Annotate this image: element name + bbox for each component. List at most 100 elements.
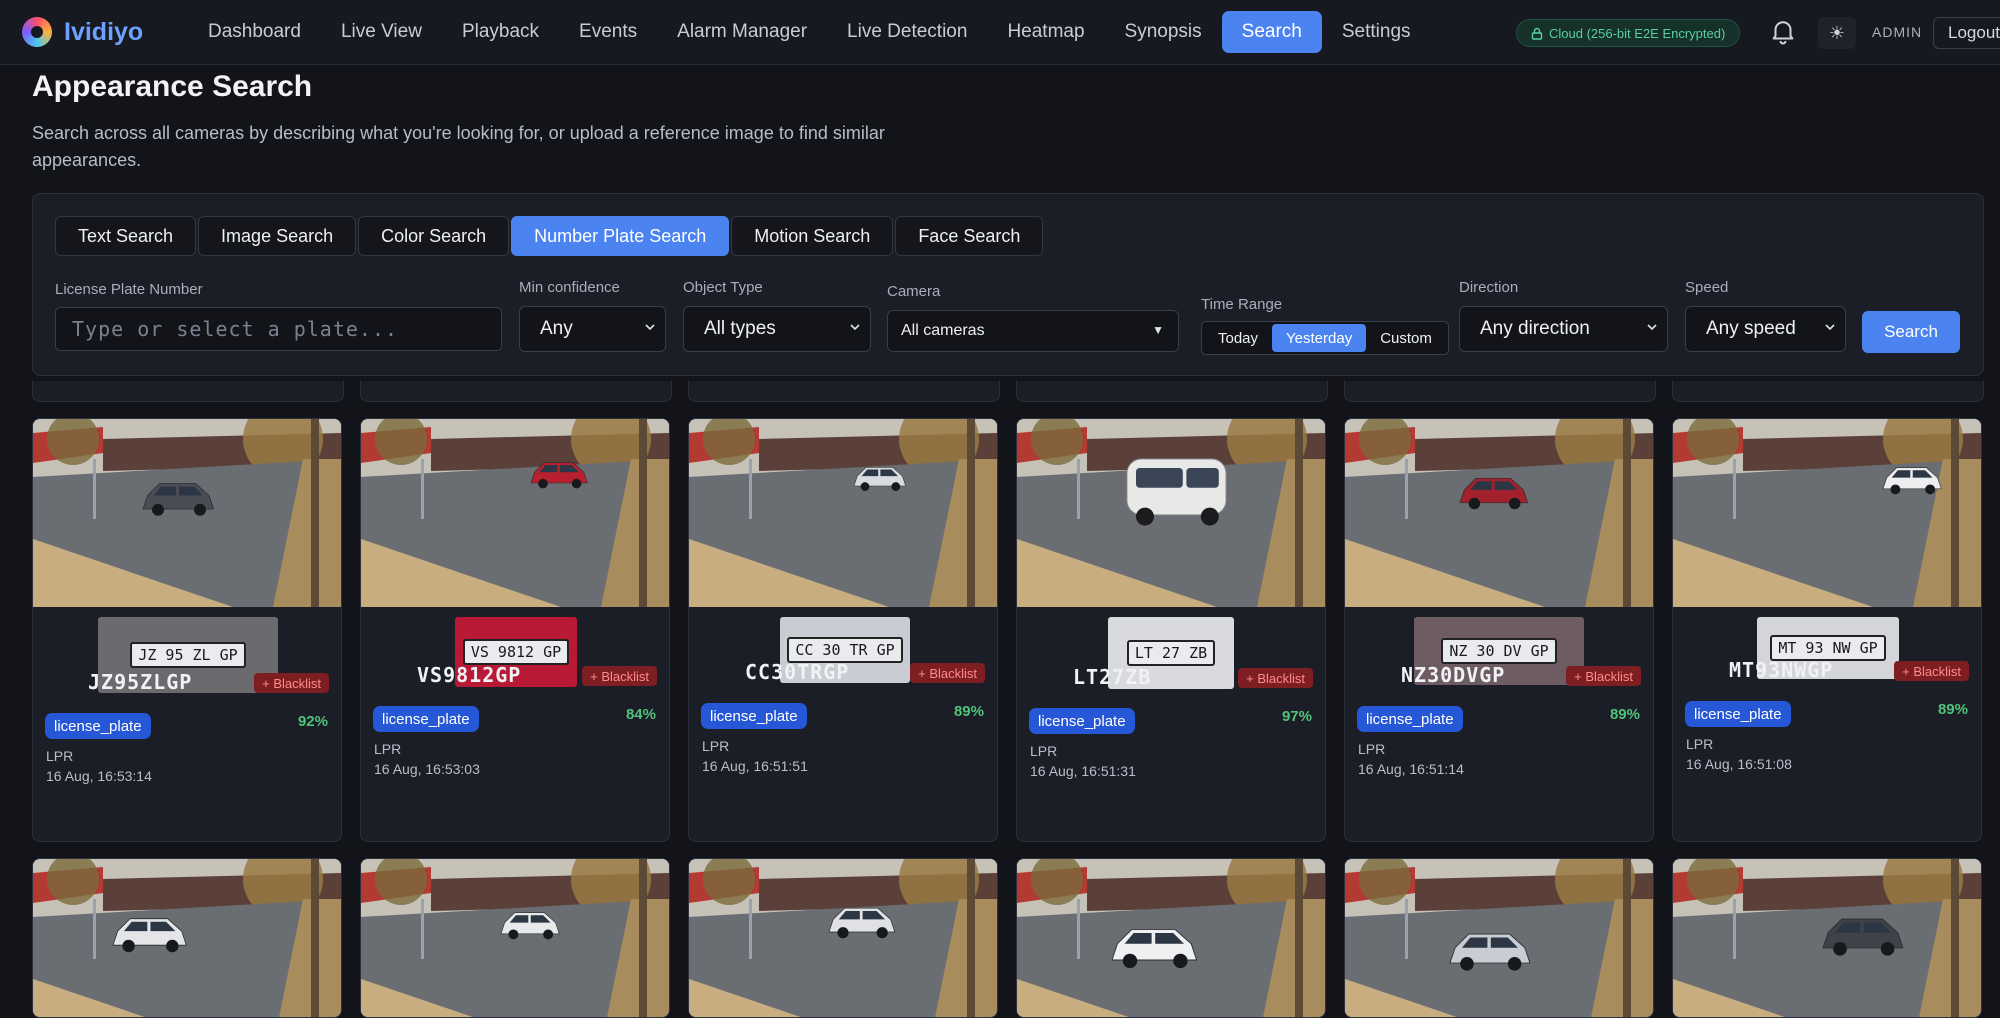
object-tag: license_plate xyxy=(373,706,479,732)
result-card-edge xyxy=(1016,381,1328,402)
cloud-badge-label: Cloud (256-bit E2E Encrypted) xyxy=(1549,25,1726,41)
nav-item-synopsis[interactable]: Synopsis xyxy=(1105,11,1222,53)
nav-item-live-detection[interactable]: Live Detection xyxy=(827,11,987,53)
camera-select[interactable]: All cameras ▼ xyxy=(887,310,1179,352)
detection-thumbnail[interactable] xyxy=(1345,859,1653,1017)
result-card[interactable]: VS 9812 GP VS9812GP + Blacklist license_… xyxy=(360,418,670,842)
object-tag: license_plate xyxy=(701,703,807,729)
tab-number-plate-search[interactable]: Number Plate Search xyxy=(511,216,730,256)
detection-source: LPR xyxy=(1030,743,1058,759)
result-card[interactable]: NZ 30 DV GP NZ30DVGP + Blacklist license… xyxy=(1344,418,1654,842)
detection-thumbnail[interactable] xyxy=(33,419,341,607)
logo-icon xyxy=(22,17,52,47)
detection-thumbnail[interactable] xyxy=(1673,859,1981,1017)
nav-item-live-view[interactable]: Live View xyxy=(321,11,442,53)
nav-item-events[interactable]: Events xyxy=(559,11,657,53)
result-card[interactable] xyxy=(688,858,998,1018)
tab-motion-search[interactable]: Motion Search xyxy=(731,216,894,256)
camera-label: Camera xyxy=(887,283,941,300)
plate-crop-text: JZ 95 ZL GP xyxy=(130,642,246,668)
time-range-label: Time Range xyxy=(1201,296,1283,313)
object-tag: license_plate xyxy=(45,713,151,739)
result-card-edge xyxy=(688,381,1000,402)
result-card[interactable]: LT 27 ZB LT27ZB + Blacklist license_plat… xyxy=(1016,418,1326,842)
detection-time: 16 Aug, 16:51:14 xyxy=(1358,761,1464,777)
page-description: Search across all cameras by describing … xyxy=(32,123,885,170)
nav-item-alarm-manager[interactable]: Alarm Manager xyxy=(657,11,827,53)
time-option-yesterday[interactable]: Yesterday xyxy=(1272,324,1367,352)
plate-number-input[interactable] xyxy=(56,308,501,350)
nav-item-heatmap[interactable]: Heatmap xyxy=(987,11,1104,53)
detection-time: 16 Aug, 16:51:31 xyxy=(1030,763,1136,779)
min-confidence-value: Any xyxy=(540,318,573,339)
chevron-down-icon xyxy=(850,324,860,331)
detection-thumbnail[interactable] xyxy=(33,859,341,1017)
min-confidence-select[interactable]: Any xyxy=(519,306,666,352)
plate-number: CC30TRGP xyxy=(745,660,850,684)
result-card[interactable] xyxy=(1344,858,1654,1018)
detection-source: LPR xyxy=(46,748,74,764)
add-blacklist-button[interactable]: + Blacklist xyxy=(1238,668,1313,688)
notifications-bell-icon[interactable] xyxy=(1768,16,1798,46)
add-blacklist-button[interactable]: + Blacklist xyxy=(1566,666,1641,686)
detection-thumbnail[interactable] xyxy=(1345,419,1653,607)
detection-thumbnail[interactable] xyxy=(689,419,997,607)
result-card[interactable] xyxy=(32,858,342,1018)
chevron-down-icon xyxy=(1825,324,1835,331)
result-card[interactable] xyxy=(360,858,670,1018)
tab-color-search[interactable]: Color Search xyxy=(358,216,510,256)
search-button[interactable]: Search xyxy=(1862,311,1960,353)
speed-select[interactable]: Any speed xyxy=(1685,306,1846,352)
detection-thumbnail[interactable] xyxy=(361,419,669,607)
plate-number: JZ95ZLGP xyxy=(88,670,193,694)
result-card-edge xyxy=(1672,381,1984,402)
object-tag: license_plate xyxy=(1685,701,1791,727)
result-card-edge xyxy=(32,381,344,402)
tab-text-search[interactable]: Text Search xyxy=(55,216,197,256)
detection-thumbnail[interactable] xyxy=(1017,859,1325,1017)
detection-thumbnail[interactable] xyxy=(1673,419,1981,607)
time-range-selector: Today Yesterday Custom xyxy=(1201,321,1449,355)
tab-face-search[interactable]: Face Search xyxy=(895,216,1044,256)
logout-button[interactable]: Logout xyxy=(1933,17,2000,49)
detection-source: LPR xyxy=(1358,741,1386,757)
result-card[interactable] xyxy=(1672,858,1982,1018)
sun-icon: ☀ xyxy=(1828,22,1846,43)
add-blacklist-button[interactable]: + Blacklist xyxy=(254,673,329,693)
detection-thumbnail[interactable] xyxy=(689,859,997,1017)
result-card[interactable]: MT 93 NW GP MT93NWGP + Blacklist license… xyxy=(1672,418,1982,842)
nav-item-playback[interactable]: Playback xyxy=(442,11,559,53)
speed-value: Any speed xyxy=(1706,318,1796,339)
confidence-score: 84% xyxy=(625,706,656,723)
nav-item-dashboard[interactable]: Dashboard xyxy=(188,11,321,53)
nav-item-settings[interactable]: Settings xyxy=(1322,11,1431,53)
object-type-label: Object Type xyxy=(683,279,763,296)
confidence-score: 89% xyxy=(1937,701,1968,718)
add-blacklist-button[interactable]: + Blacklist xyxy=(582,666,657,686)
direction-select[interactable]: Any direction xyxy=(1459,306,1668,352)
plate-number: NZ30DVGP xyxy=(1401,663,1506,687)
result-card[interactable]: JZ 95 ZL GP JZ95ZLGP + Blacklist license… xyxy=(32,418,342,842)
detection-thumbnail[interactable] xyxy=(1017,419,1325,607)
time-option-today[interactable]: Today xyxy=(1204,324,1272,352)
plate-crop-text: LT 27 ZB xyxy=(1126,640,1216,666)
direction-label: Direction xyxy=(1459,279,1519,296)
chevron-down-icon xyxy=(645,324,655,331)
object-type-select[interactable]: All types xyxy=(683,306,871,352)
search-mode-tabs: Text Search Image Search Color Search Numbe… xyxy=(55,216,1045,256)
confidence-score: 89% xyxy=(953,703,984,720)
plate-number: VS9812GP xyxy=(417,663,522,687)
app-logo[interactable]: Ividiyo xyxy=(22,17,172,47)
confidence-score: 89% xyxy=(1609,706,1640,723)
page-title: Appearance Search xyxy=(32,70,313,103)
detection-thumbnail[interactable] xyxy=(361,859,669,1017)
add-blacklist-button[interactable]: + Blacklist xyxy=(1894,661,1969,681)
theme-toggle-button[interactable]: ☀ xyxy=(1818,17,1856,49)
time-option-custom[interactable]: Custom xyxy=(1366,324,1446,352)
add-blacklist-button[interactable]: + Blacklist xyxy=(910,663,985,683)
result-card[interactable]: CC 30 TR GP CC30TRGP + Blacklist license… xyxy=(688,418,998,842)
nav-item-search[interactable]: Search xyxy=(1221,11,1322,53)
result-card[interactable] xyxy=(1016,858,1326,1018)
cloud-encryption-badge: Cloud (256-bit E2E Encrypted) xyxy=(1516,19,1741,47)
tab-image-search[interactable]: Image Search xyxy=(198,216,357,256)
